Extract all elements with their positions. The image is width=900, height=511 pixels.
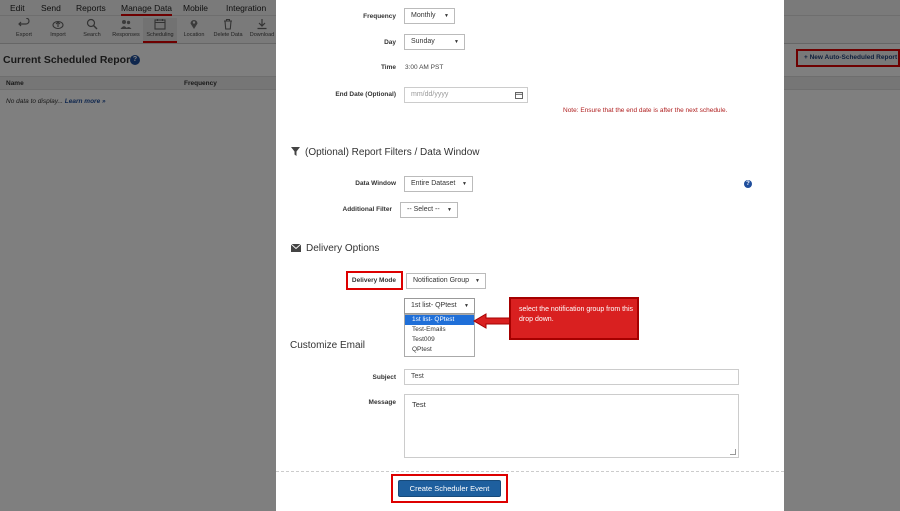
- message-textarea[interactable]: Test: [404, 394, 739, 458]
- group-option[interactable]: QPtest: [405, 345, 474, 355]
- data-window-value: Entire Dataset: [411, 180, 456, 187]
- data-window-help-icon[interactable]: ?: [744, 180, 752, 188]
- data-window-label: Data Window: [355, 180, 396, 187]
- frequency-label: Frequency: [363, 13, 396, 20]
- caret-down-icon: ▼: [444, 13, 449, 19]
- notification-group-value: 1st list- QPtest: [411, 302, 457, 309]
- day-select[interactable]: Sunday ▼: [404, 34, 465, 50]
- delivery-section-heading: Delivery Options: [291, 243, 379, 254]
- end-date-label: End Date (Optional): [335, 91, 396, 98]
- notification-group-options: 1st list- QPtest Test-Emails Test009 QPt…: [404, 314, 475, 357]
- time-label: Time: [380, 64, 396, 71]
- caret-down-icon: ▼: [464, 303, 469, 309]
- delivery-mode-select[interactable]: Notification Group ▼: [406, 273, 486, 289]
- group-option[interactable]: Test-Emails: [405, 325, 474, 335]
- day-label: Day: [384, 39, 396, 46]
- filter-icon: [291, 147, 300, 156]
- additional-filter-value: -- Select --: [407, 206, 440, 213]
- calendar-icon[interactable]: [515, 91, 523, 99]
- subject-input[interactable]: Test: [404, 369, 739, 385]
- customize-email-heading: Customize Email: [290, 340, 366, 351]
- message-value: Test: [412, 400, 426, 409]
- callout-arrow-icon: [473, 313, 511, 329]
- end-date-placeholder: mm/dd/yyyy: [411, 91, 449, 98]
- end-date-note: Note: Ensure that the end date is after …: [563, 107, 728, 114]
- data-window-select[interactable]: Entire Dataset ▼: [404, 176, 473, 192]
- additional-filter-select[interactable]: -- Select -- ▼: [400, 202, 458, 218]
- delivery-heading-text: Delivery Options: [306, 243, 380, 254]
- frequency-value: Monthly: [411, 12, 436, 19]
- end-date-input[interactable]: mm/dd/yyyy: [404, 87, 528, 103]
- footer-divider: [276, 471, 784, 472]
- additional-filter-label: Additional Filter: [342, 206, 392, 213]
- frequency-select[interactable]: Monthly ▼: [404, 8, 455, 24]
- time-value: 3:00 AM PST: [405, 64, 444, 71]
- caret-down-icon: ▼: [475, 278, 480, 284]
- resize-handle[interactable]: [730, 449, 736, 455]
- filters-section-heading: (Optional) Report Filters / Data Window: [291, 147, 480, 158]
- notification-group-select[interactable]: 1st list- QPtest ▼: [404, 298, 475, 314]
- create-scheduler-event-button[interactable]: Create Scheduler Event: [398, 480, 501, 497]
- group-option[interactable]: 1st list- QPtest: [405, 315, 474, 325]
- create-button-highlight: Create Scheduler Event: [391, 474, 508, 503]
- caret-down-icon: ▼: [462, 181, 467, 187]
- group-option[interactable]: Test009: [405, 335, 474, 345]
- filters-heading-text: (Optional) Report Filters / Data Window: [305, 147, 480, 158]
- envelope-icon: [291, 244, 301, 252]
- caret-down-icon: ▼: [454, 39, 459, 45]
- delivery-mode-value: Notification Group: [413, 277, 470, 284]
- day-value: Sunday: [411, 38, 435, 45]
- caret-down-icon: ▼: [447, 207, 452, 213]
- annotation-callout: select the notification group from this …: [509, 297, 639, 340]
- message-label: Message: [368, 399, 396, 406]
- subject-label: Subject: [372, 374, 396, 381]
- delivery-mode-label: Delivery Mode: [351, 277, 396, 284]
